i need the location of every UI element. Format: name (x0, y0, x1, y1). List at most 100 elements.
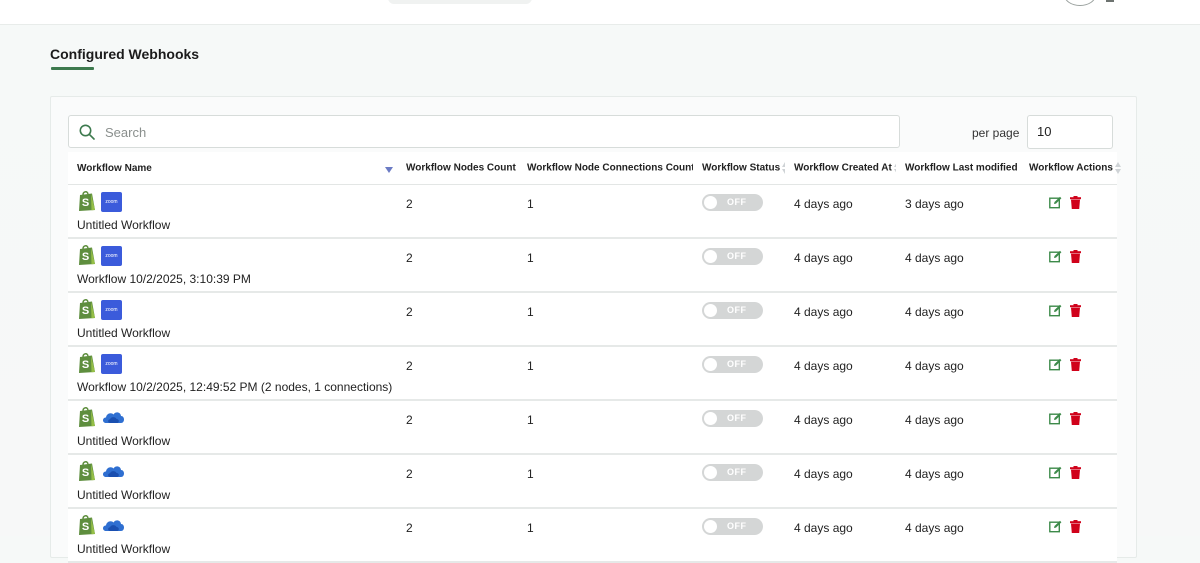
row-actions (1029, 401, 1117, 428)
workflow-name: Workflow 10/2/2025, 3:10:39 PM (77, 272, 251, 286)
menu-icon[interactable] (1106, 0, 1114, 2)
edit-icon[interactable] (1049, 196, 1062, 212)
cell-created-at: 4 days ago (785, 454, 896, 509)
cell-nodes-count-value: 2 (406, 521, 413, 535)
edit-icon[interactable] (1049, 412, 1062, 428)
cell-status: OFF (693, 400, 785, 455)
table-row[interactable]: S Untitled Workflow 2 1 OFF 4 days ago 4 days … (68, 454, 1117, 509)
cell-connections-count: 1 (518, 454, 693, 509)
col-header-connections-count[interactable]: Workflow Node Connections Count (518, 152, 703, 185)
toggle-label: OFF (727, 305, 747, 315)
cell-connections-count-value: 1 (527, 251, 534, 265)
cell-created-at-value: 4 days ago (794, 359, 853, 373)
cell-connections-count: 1 (518, 400, 693, 455)
delete-icon[interactable] (1070, 520, 1081, 536)
toggle-knob (704, 466, 717, 479)
zoom-icon: zoom (101, 354, 122, 374)
zoom-icon: zoom (101, 246, 122, 266)
cell-connections-count: 1 (518, 346, 693, 401)
status-toggle[interactable]: OFF (702, 518, 763, 535)
delete-icon[interactable] (1070, 466, 1081, 482)
toggle-knob (704, 412, 717, 425)
edit-icon[interactable] (1049, 358, 1062, 374)
delete-icon[interactable] (1070, 358, 1081, 374)
cell-last-modified: 4 days ago (896, 508, 1020, 563)
edit-icon[interactable] (1049, 304, 1062, 320)
per-page-input[interactable]: 10 (1027, 115, 1113, 149)
status-toggle[interactable]: OFF (702, 302, 763, 319)
svg-text:S: S (82, 197, 89, 209)
svg-text:S: S (82, 521, 89, 533)
table-row[interactable]: S Untitled Workflow 2 1 OFF 4 days ago 4 days … (68, 508, 1117, 563)
table-row[interactable]: S Untitled Workflow 2 1 OFF 4 days ago 4 days … (68, 400, 1117, 455)
cell-created-at-value: 4 days ago (794, 251, 853, 265)
table-row[interactable]: Szoom Workflow 10/2/2025, 12:49:52 PM (2 … (68, 346, 1117, 401)
table-row[interactable]: Szoom Untitled Workflow 2 1 OFF 4 days ago 3 d… (68, 184, 1117, 239)
cell-last-modified: 4 days ago (896, 346, 1020, 401)
avatar[interactable] (1064, 0, 1096, 6)
cell-last-modified: 4 days ago (896, 238, 1020, 293)
svg-text:S: S (82, 467, 89, 479)
col-header-last-modified[interactable]: Workflow Last modified (896, 152, 1026, 185)
delete-icon[interactable] (1070, 304, 1081, 320)
status-toggle[interactable]: OFF (702, 194, 763, 211)
cell-actions (1020, 454, 1117, 509)
table-row[interactable]: Szoom Untitled Workflow 2 1 OFF 4 days ago 4 d… (68, 292, 1117, 347)
edit-icon[interactable] (1049, 520, 1062, 536)
status-toggle[interactable]: OFF (702, 356, 763, 373)
sort-icon[interactable] (1114, 162, 1122, 174)
cell-status: OFF (693, 346, 785, 401)
status-toggle[interactable]: OFF (702, 464, 763, 481)
row-actions (1029, 239, 1117, 266)
status-toggle[interactable]: OFF (702, 248, 763, 265)
edit-icon[interactable] (1049, 466, 1062, 482)
delete-icon[interactable] (1070, 412, 1081, 428)
toggle-knob (704, 520, 717, 533)
cell-actions (1020, 346, 1117, 401)
cell-created-at-value: 4 days ago (794, 467, 853, 481)
delete-icon[interactable] (1070, 196, 1081, 212)
svg-text:S: S (82, 251, 89, 263)
cell-nodes-count: 2 (397, 400, 518, 455)
col-header-actions[interactable]: Workflow Actions (1020, 152, 1121, 185)
top-search-bar[interactable] (388, 0, 532, 4)
top-bar (0, 0, 1200, 25)
row-actions (1029, 293, 1117, 320)
cell-connections-count: 1 (518, 184, 693, 239)
search-input[interactable] (103, 116, 887, 149)
edit-icon[interactable] (1049, 250, 1062, 266)
col-header-nodes-count[interactable]: Workflow Nodes Count (397, 152, 524, 185)
col-header-workflow-name[interactable]: Workflow Name (68, 152, 397, 185)
cell-connections-count-value: 1 (527, 521, 534, 535)
toggle-label: OFF (727, 197, 747, 207)
table-row[interactable]: Szoom Workflow 10/2/2025, 3:10:39 PM 2 1 OFF… (68, 238, 1117, 293)
shopify-icon: S (77, 406, 97, 431)
workflow-app-icons: Szoom (77, 298, 397, 321)
cell-created-at-value: 4 days ago (794, 413, 853, 427)
onedrive-icon (101, 517, 125, 536)
cell-nodes-count-value: 2 (406, 251, 413, 265)
col-header-created-at[interactable]: Workflow Created At (785, 152, 900, 185)
cell-last-modified: 3 days ago (896, 184, 1020, 239)
sort-desc-icon[interactable] (385, 167, 393, 173)
cell-last-modified-value: 4 days ago (905, 305, 964, 319)
delete-icon[interactable] (1070, 250, 1081, 266)
cell-created-at: 4 days ago (785, 184, 896, 239)
shopify-icon: S (77, 514, 97, 539)
workflows-table: Workflow Name Workflow Nodes Count Workf… (68, 152, 1121, 563)
zoom-icon: zoom (101, 300, 122, 320)
workflow-name: Workflow 10/2/2025, 12:49:52 PM (2 nodes… (77, 380, 393, 394)
cell-connections-count-value: 1 (527, 359, 534, 373)
cell-actions (1020, 400, 1117, 455)
cell-nodes-count-value: 2 (406, 467, 413, 481)
workflow-app-icons: S (77, 406, 397, 431)
zoom-icon: zoom (101, 192, 122, 212)
search-box[interactable] (68, 115, 900, 149)
search-icon (79, 124, 95, 140)
cell-status: OFF (693, 508, 785, 563)
col-header-status[interactable]: Workflow Status (693, 152, 789, 185)
cell-last-modified-value: 4 days ago (905, 521, 964, 535)
shopify-icon: S (77, 244, 97, 269)
status-toggle[interactable]: OFF (702, 410, 763, 427)
workflow-name: Untitled Workflow (77, 434, 171, 448)
